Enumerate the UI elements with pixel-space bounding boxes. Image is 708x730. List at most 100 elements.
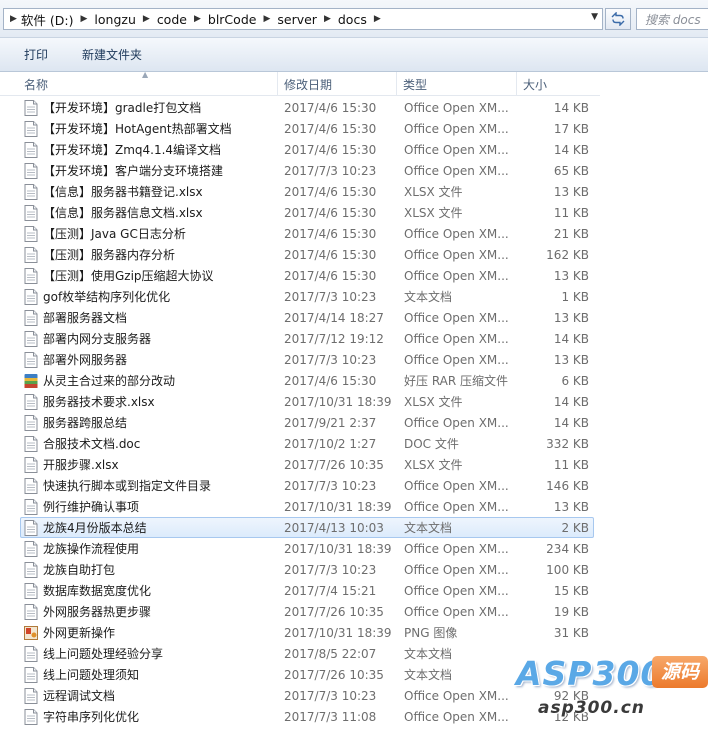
file-row[interactable]: 【开发环境】客户端分支环境搭建 2017/7/3 10:23 Office Open…: [20, 160, 594, 181]
breadcrumb-item-blrcode[interactable]: blrCode: [208, 12, 257, 27]
address-bar[interactable]: ▶ 软件 (D:) ▶ longzu ▶ code ▶ blrCode ▶ se…: [3, 8, 603, 30]
refresh-button[interactable]: [605, 8, 631, 30]
file-name: 【信息】服务器书籍登记.xlsx: [43, 185, 203, 199]
file-row[interactable]: 【压测】Java GC日志分析 2017/4/6 15:30 Office Open…: [20, 223, 594, 244]
image-file-icon: [24, 625, 38, 641]
file-modified-date: 2017/7/3 10:23: [284, 164, 377, 178]
breadcrumb-separator-icon[interactable]: ▶: [324, 14, 331, 24]
file-row[interactable]: 远程调试文档 2017/7/3 10:23 Office Open XM... 92 …: [20, 685, 594, 706]
file-row[interactable]: 【信息】服务器信息文档.xlsx 2017/4/6 15:30 XLSX 文件 11 …: [20, 202, 594, 223]
file-row[interactable]: 从灵主合过来的部分改动 2017/4/6 15:30 好压 RAR 压缩文件 6 KB: [20, 370, 594, 391]
file-type: 文本文档: [404, 647, 453, 661]
file-name: 服务器跨服总结: [43, 416, 128, 430]
file-row[interactable]: 线上问题处理须知 2017/7/26 10:35 文本文档: [20, 664, 594, 685]
file-modified-date: 2017/7/3 10:23: [284, 563, 377, 577]
file-type: Office Open XM...: [404, 584, 509, 598]
file-row[interactable]: 服务器跨服总结 2017/9/21 2:37 Office Open XM... 14…: [20, 412, 594, 433]
document-icon: [24, 604, 38, 620]
file-name: 合服技术文档.doc: [43, 437, 141, 451]
document-icon: [24, 352, 38, 368]
file-row[interactable]: 龙族自助打包 2017/7/3 10:23 Office Open XM... 100…: [20, 559, 594, 580]
file-modified-date: 2017/10/31 18:39: [284, 542, 392, 556]
address-bar-area: ▶ 软件 (D:) ▶ longzu ▶ code ▶ blrCode ▶ se…: [0, 0, 708, 38]
new-folder-button[interactable]: 新建文件夹: [72, 42, 152, 67]
file-size: 21 KB: [553, 227, 589, 241]
file-name: 龙族操作流程使用: [43, 542, 140, 556]
column-header-type[interactable]: 类型: [397, 72, 517, 96]
breadcrumb-separator-icon[interactable]: ▶: [194, 14, 201, 24]
document-icon: [24, 121, 38, 137]
file-size: 146 KB: [546, 479, 589, 493]
document-icon: [24, 226, 38, 242]
breadcrumb-item-drive[interactable]: 软件 (D:): [21, 10, 74, 29]
breadcrumb-item-longzu[interactable]: longzu: [94, 12, 135, 27]
file-modified-date: 2017/7/3 10:23: [284, 479, 377, 493]
file-name: 【压测】服务器内存分析: [43, 248, 176, 262]
watermark-brand: ASP300: [516, 654, 665, 693]
file-type: 文本文档: [404, 668, 453, 682]
file-row[interactable]: gof枚举结构序列化优化 2017/7/3 10:23 文本文档 1 KB: [20, 286, 594, 307]
command-toolbar: 打印 新建文件夹: [0, 38, 708, 72]
print-button[interactable]: 打印: [14, 42, 58, 67]
file-name: 例行维护确认事项: [43, 500, 140, 514]
watermark-url: asp300.cn: [538, 698, 645, 718]
file-name: 线上问题处理须知: [43, 668, 140, 682]
column-header-size[interactable]: 大小: [517, 72, 597, 96]
file-row[interactable]: 线上问题处理经验分享 2017/8/5 22:07 文本文档: [20, 643, 594, 664]
file-size: 234 KB: [546, 542, 589, 556]
file-name: 线上问题处理经验分享: [43, 647, 164, 661]
breadcrumb-separator-icon[interactable]: ▶: [143, 14, 150, 24]
file-type: Office Open XM...: [404, 563, 509, 577]
file-modified-date: 2017/10/31 18:39: [284, 395, 392, 409]
breadcrumb-separator-icon[interactable]: ▶: [81, 14, 88, 24]
document-icon: [24, 562, 38, 578]
file-row[interactable]: 例行维护确认事项 2017/10/31 18:39 Office Open XM..…: [20, 496, 594, 517]
breadcrumb-item-docs[interactable]: docs: [338, 12, 367, 27]
file-row[interactable]: 外网更新操作 2017/10/31 18:39 PNG 图像 31 KB: [20, 622, 594, 643]
file-row[interactable]: 龙族4月份版本总结 2017/4/13 10:03 文本文档 2 KB: [20, 517, 594, 538]
file-modified-date: 2017/4/6 15:30: [284, 374, 377, 388]
file-row[interactable]: 开服步骤.xlsx 2017/7/26 10:35 XLSX 文件 11 KB: [20, 454, 594, 475]
document-icon: [24, 142, 38, 158]
column-header-date[interactable]: 修改日期: [278, 72, 397, 96]
file-row[interactable]: 合服技术文档.doc 2017/10/2 1:27 DOC 文件 332 KB: [20, 433, 594, 454]
file-row[interactable]: 服务器技术要求.xlsx 2017/10/31 18:39 XLSX 文件 14 KB: [20, 391, 594, 412]
document-icon: [24, 289, 38, 305]
file-type: 文本文档: [404, 290, 453, 304]
file-row[interactable]: 【信息】服务器书籍登记.xlsx 2017/4/6 15:30 XLSX 文件 13 …: [20, 181, 594, 202]
file-size: 13 KB: [553, 311, 589, 325]
breadcrumb-item-server[interactable]: server: [277, 12, 317, 27]
file-row[interactable]: 龙族操作流程使用 2017/10/31 18:39 Office Open XM..…: [20, 538, 594, 559]
file-row[interactable]: 部署内网分支服务器 2017/7/12 19:12 Office Open XM..…: [20, 328, 594, 349]
file-row[interactable]: 字符串序列化优化 2017/7/3 11:08 Office Open XM... 1…: [20, 706, 594, 727]
file-size: 14 KB: [553, 332, 589, 346]
document-icon: [24, 520, 38, 536]
file-row[interactable]: 数据库数据宽度优化 2017/7/4 15:21 Office Open XM...…: [20, 580, 594, 601]
breadcrumb-root-arrow-icon[interactable]: ▶: [10, 14, 17, 24]
document-icon: [24, 163, 38, 179]
file-row[interactable]: 部署外网服务器 2017/7/3 10:23 Office Open XM... 13…: [20, 349, 594, 370]
breadcrumb-separator-icon[interactable]: ▶: [263, 14, 270, 24]
breadcrumb-separator-icon[interactable]: ▶: [374, 14, 381, 24]
file-modified-date: 2017/7/26 10:35: [284, 668, 384, 682]
file-row[interactable]: 快速执行脚本或到指定文件目录 2017/7/3 10:23 Office Open …: [20, 475, 594, 496]
file-size: 14 KB: [553, 416, 589, 430]
file-row[interactable]: 部署服务器文档 2017/4/14 18:27 Office Open XM... 1…: [20, 307, 594, 328]
breadcrumb-item-code[interactable]: code: [157, 12, 187, 27]
document-icon: [24, 667, 38, 683]
file-row[interactable]: 【压测】服务器内存分析 2017/4/6 15:30 Office Open XM.…: [20, 244, 594, 265]
file-modified-date: 2017/4/6 15:30: [284, 101, 377, 115]
search-input[interactable]: 搜索 docs: [636, 8, 708, 30]
file-modified-date: 2017/4/14 18:27: [284, 311, 384, 325]
file-row[interactable]: 【压测】使用Gzip压缩超大协议 2017/4/6 15:30 Office Ope…: [20, 265, 594, 286]
file-row[interactable]: 【开发环境】Zmq4.1.4编译文档 2017/4/6 15:30 Office O…: [20, 139, 594, 160]
file-row[interactable]: 【开发环境】gradle打包文档 2017/4/6 15:30 Office Ope…: [20, 97, 594, 118]
column-header-name[interactable]: 名称: [18, 72, 278, 96]
file-modified-date: 2017/4/6 15:30: [284, 185, 377, 199]
file-size: 14 KB: [553, 395, 589, 409]
address-dropdown-icon[interactable]: ▼: [591, 12, 598, 22]
file-row[interactable]: 外网服务器热更步骤 2017/7/26 10:35 Office Open XM..…: [20, 601, 594, 622]
file-name: 部署内网分支服务器: [43, 332, 152, 346]
file-modified-date: 2017/10/31 18:39: [284, 500, 392, 514]
file-row[interactable]: 【开发环境】HotAgent热部署文档 2017/4/6 15:30 Office …: [20, 118, 594, 139]
